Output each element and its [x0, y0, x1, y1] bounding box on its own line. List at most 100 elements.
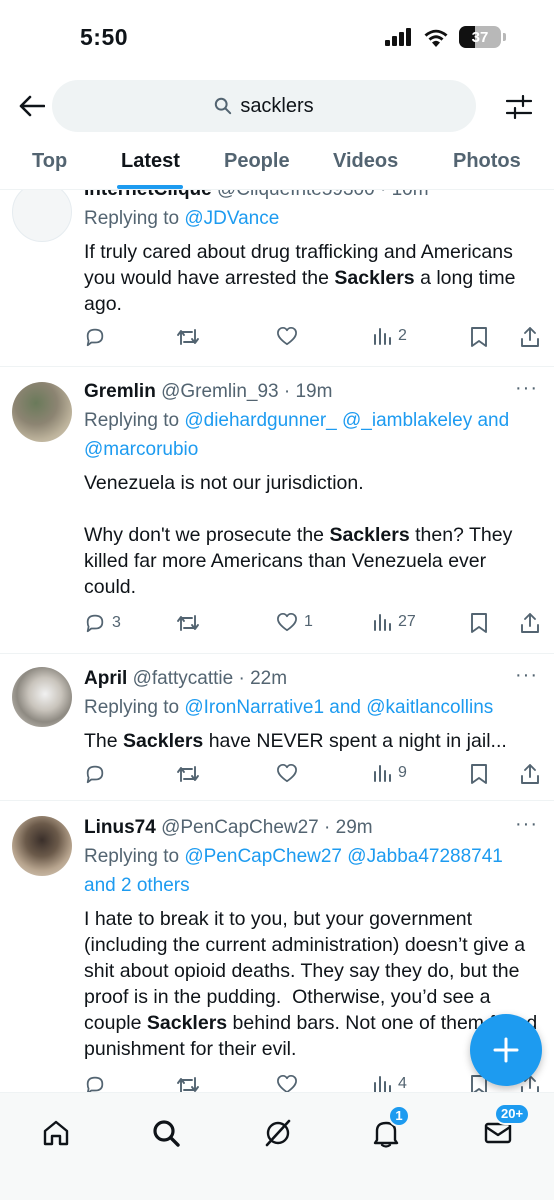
tweet-time: 19m [295, 381, 333, 402]
tab-latest[interactable]: Latest [121, 150, 180, 173]
reply-button[interactable] [84, 1074, 112, 1092]
tab-people[interactable]: People [224, 150, 290, 173]
search-input[interactable]: sacklers [52, 80, 476, 132]
retweet-button[interactable] [176, 612, 206, 634]
grok-icon [265, 1119, 291, 1147]
battery-level: 37 [471, 28, 489, 46]
author-name[interactable]: Linus74 [84, 817, 156, 838]
status-indicators: 37 [385, 26, 506, 48]
views-button[interactable]: 27 [372, 612, 416, 632]
search-query: sacklers [240, 94, 314, 117]
author-handle[interactable]: @PenCapChew27 [161, 817, 319, 838]
share-button[interactable] [520, 326, 540, 348]
retweet-button[interactable] [176, 326, 206, 348]
more-options-icon[interactable]: ··· [515, 374, 538, 402]
author-handle[interactable]: @CliqueInte59300 [217, 190, 375, 200]
sliders-icon [506, 95, 532, 119]
notifications-badge: 1 [388, 1105, 410, 1127]
tweet-actions: 2 [84, 326, 540, 352]
wifi-icon [424, 29, 448, 47]
share-button[interactable] [520, 763, 540, 785]
avatar[interactable] [12, 382, 72, 442]
heart-icon [277, 1074, 297, 1092]
avatar[interactable] [12, 190, 72, 242]
tweet-text: Venezuela is not our jurisdiction. Why d… [84, 472, 513, 598]
mention-link[interactable]: @JDVance [184, 208, 279, 229]
plus-icon [493, 1037, 519, 1063]
nav-messages[interactable]: 20+ [478, 1103, 531, 1153]
views-button[interactable]: 4 [372, 1074, 407, 1092]
share-button[interactable] [520, 612, 540, 634]
heart-icon [277, 326, 297, 346]
mention-link[interactable]: @IronNarrative1 and @kaitlancollins [184, 697, 493, 718]
reply-button[interactable] [84, 326, 112, 348]
bookmark-button[interactable] [470, 763, 488, 785]
compose-post-button[interactable] [470, 1014, 542, 1086]
tweet-header: InternetClique @CliqueInte59300 · 10m ··… [84, 190, 538, 204]
search-icon [153, 1120, 180, 1147]
author-name[interactable]: April [84, 668, 127, 689]
tweet-text: I hate to break it to you, but your gove… [84, 908, 538, 1060]
replying-to: Replying to @diehardgunner_ @_iamblakele… [84, 410, 510, 460]
author-handle[interactable]: @fattycattie [133, 668, 234, 689]
cellular-signal-icon [385, 28, 411, 46]
views-chart-icon [374, 614, 391, 631]
like-button[interactable]: 1 [276, 612, 313, 632]
views-button[interactable]: 2 [372, 326, 407, 346]
more-options-icon[interactable]: ··· [515, 661, 538, 689]
messages-badge: 20+ [494, 1103, 531, 1125]
tweet-time: 10m [392, 190, 429, 200]
avatar[interactable] [12, 667, 72, 727]
tweet[interactable]: April @fattycattie · 22m ··· Replying to… [0, 655, 554, 801]
share-icon [521, 613, 539, 633]
author-name[interactable]: Gremlin [84, 381, 156, 402]
share-icon [521, 764, 539, 784]
search-icon [215, 97, 232, 115]
back-button[interactable] [14, 88, 50, 124]
author-handle[interactable]: @Gremlin_93 [161, 381, 279, 402]
like-button[interactable] [276, 763, 304, 783]
views-chart-icon [374, 328, 391, 345]
tweet[interactable]: Gremlin @Gremlin_93 · 19m ··· Replying t… [0, 368, 554, 654]
nav-notifications[interactable]: 1 [366, 1105, 410, 1153]
tweet-text: If truly cared about drug trafficking an… [84, 241, 516, 315]
like-button[interactable] [276, 326, 304, 346]
search-filter-button[interactable] [502, 90, 536, 124]
heart-icon [277, 763, 297, 783]
retweet-button[interactable] [176, 763, 206, 785]
reply-button[interactable] [84, 763, 112, 785]
views-button[interactable]: 9 [372, 763, 407, 783]
status-time: 5:50 [80, 24, 129, 50]
tab-photos[interactable]: Photos [453, 150, 521, 173]
retweet-button[interactable] [176, 1074, 206, 1092]
nav-search[interactable] [146, 1113, 186, 1153]
tweet-actions: 3 1 27 [84, 612, 540, 638]
replying-to: Replying to @IronNarrative1 and @kaitlan… [84, 697, 494, 718]
tweet-time: 22m [250, 668, 288, 689]
back-arrow-icon [19, 95, 45, 117]
tab-top[interactable]: Top [32, 150, 67, 173]
tweet-actions: 9 [84, 763, 540, 789]
search-tabs: Top Latest People Videos Photos [0, 140, 554, 190]
more-options-icon[interactable]: ··· [515, 190, 538, 200]
tab-videos[interactable]: Videos [333, 150, 398, 173]
bookmark-icon [471, 613, 487, 633]
tweet-feed[interactable]: InternetClique @CliqueInte59300 · 10m ··… [0, 190, 554, 1092]
author-name[interactable]: InternetClique [84, 190, 212, 200]
tweet-header: Gremlin @Gremlin_93 · 19m ··· [84, 377, 538, 406]
battery-indicator: 37 [459, 26, 501, 48]
retweet-icon [177, 1077, 199, 1092]
like-button[interactable] [276, 1074, 304, 1092]
retweet-icon [177, 329, 199, 345]
more-options-icon[interactable]: ··· [515, 810, 538, 838]
bookmark-button[interactable] [470, 326, 488, 348]
tweet-actions: 4 [84, 1074, 539, 1092]
nav-grok[interactable] [258, 1113, 298, 1153]
nav-home[interactable] [36, 1113, 76, 1153]
avatar[interactable] [12, 816, 72, 876]
reply-icon [86, 328, 104, 347]
tweet[interactable]: InternetClique @CliqueInte59300 · 10m ··… [0, 190, 554, 367]
tweet-header: Linus74 @PenCapChew27 · 29m ··· [84, 813, 538, 842]
reply-button[interactable]: 3 [84, 612, 121, 634]
bookmark-button[interactable] [470, 612, 488, 634]
